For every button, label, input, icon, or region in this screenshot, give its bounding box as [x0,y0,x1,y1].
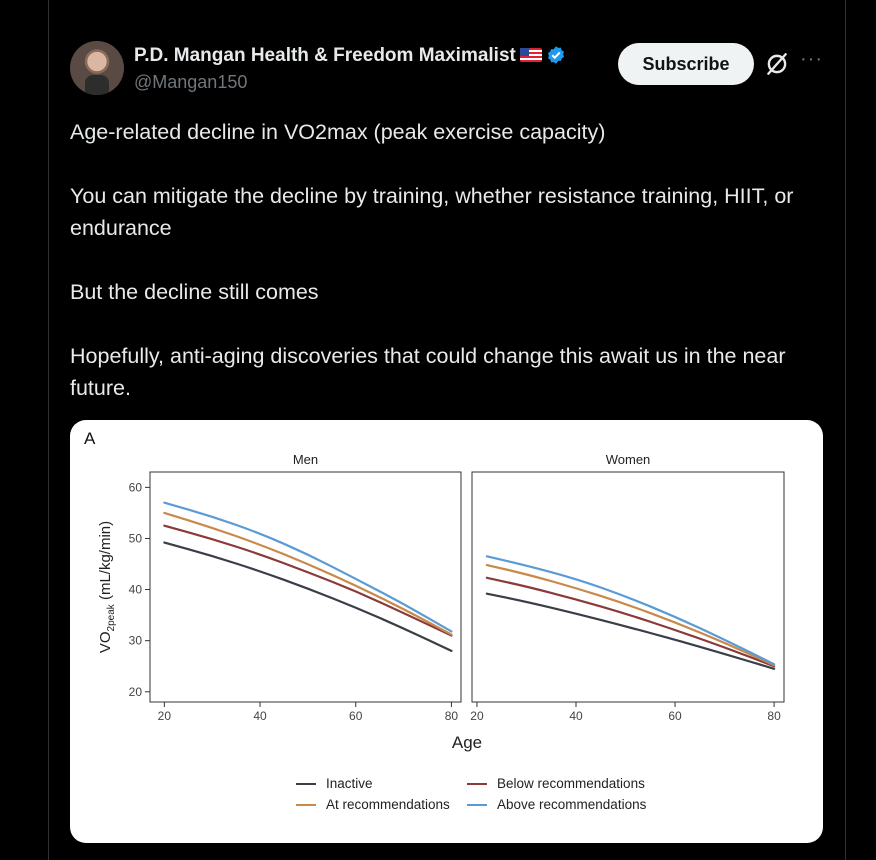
author-name-text[interactable]: P.D. Mangan Health & Freedom Maximalist [134,45,516,66]
x-tick-label: 40 [569,709,583,723]
series-line-below-recommendations [485,576,776,668]
y-tick-label: 40 [129,583,143,597]
post: P.D. Mangan Health & Freedom Maximalist … [48,0,845,860]
legend-label: Inactive [326,776,373,791]
legend-swatch [467,782,487,785]
y-tick-label: 20 [129,685,143,699]
panel-title: Men [293,452,318,467]
author-handle[interactable]: @Mangan150 [134,72,247,93]
x-tick-label: 80 [767,709,781,723]
panel-title: Women [606,452,651,467]
legend-item: At recommendations [296,797,450,812]
series-line-below-recommendations [163,524,453,637]
x-tick-label: 20 [158,709,172,723]
verified-badge-icon [547,46,564,64]
legend-swatch [296,803,316,806]
legend-item: Below recommendations [467,776,645,791]
subscribe-button[interactable]: Subscribe [618,43,754,85]
grok-icon[interactable] [764,51,790,77]
plot-frame [471,471,785,703]
series-line-inactive [163,541,453,652]
legend-item: Inactive [296,776,373,791]
panel-label: A [84,429,96,448]
avatar[interactable] [70,41,124,95]
column-border-right [845,0,846,860]
us-flag-icon [519,48,542,62]
x-tick-label: 20 [470,709,484,723]
post-text-paragraph: But the decline still comes [70,280,319,304]
series-line-above-recommendations [485,555,776,666]
legend-swatch [467,803,487,806]
legend-swatch [296,782,316,785]
author-name[interactable]: P.D. Mangan Health & Freedom Maximalist [134,45,566,67]
y-tick-label: 50 [129,531,143,545]
y-tick-label: 30 [129,634,143,648]
x-tick-label: 60 [349,709,363,723]
legend-item: Above recommendations [467,797,646,812]
y-tick-label: 60 [129,480,143,494]
post-text-paragraph: You can mitigate the decline by training… [70,184,794,240]
legend-label: At recommendations [326,797,450,812]
x-tick-label: 80 [445,709,459,723]
x-axis-label: Age [452,733,482,752]
post-text-paragraph: Hopefully, anti-aging discoveries that c… [70,344,786,400]
post-text-paragraph: Age-related decline in VO2max (peak exer… [70,120,606,144]
legend-label: Above recommendations [497,797,647,812]
more-icon[interactable]: ··· [800,48,823,71]
y-axis-label: VO2peak (mL/kg/min) [97,521,117,653]
legend-label: Below recommendations [497,776,645,791]
vo2-chart: A 20 30 40 50 60 VO2peak (mL/kg/min) Men 20 40 60 8… [84,429,785,752]
x-tick-label: 60 [668,709,682,723]
x-tick-label: 40 [253,709,267,723]
chart-image[interactable]: A 20 30 40 50 60 VO2peak (mL/kg/min) Men 20 40 60 8… [70,420,823,843]
